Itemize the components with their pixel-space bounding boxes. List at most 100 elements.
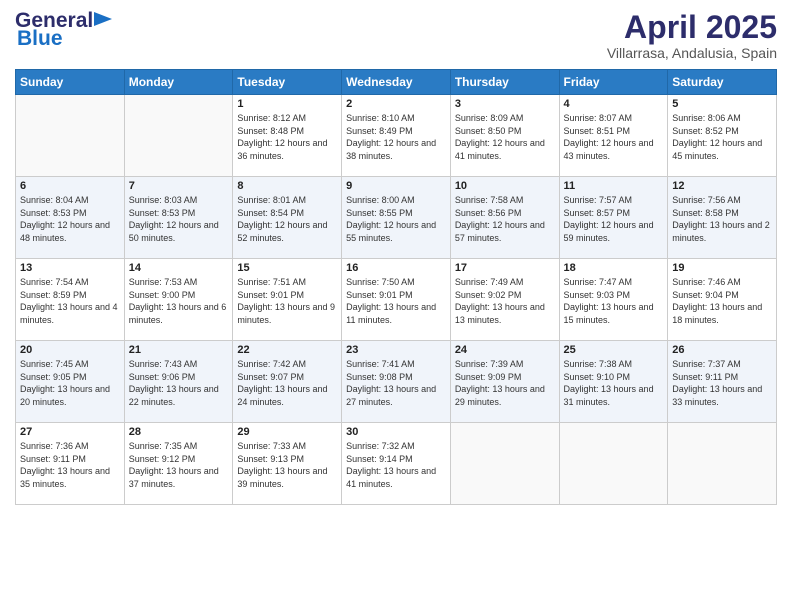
- day-number: 21: [129, 344, 229, 356]
- sunrise-text: Sunrise: 7:38 AM: [564, 358, 664, 371]
- header-thursday: Thursday: [450, 70, 559, 95]
- calendar-table: Sunday Monday Tuesday Wednesday Thursday…: [15, 69, 777, 505]
- day-info: Sunrise: 7:36 AMSunset: 9:11 PMDaylight:…: [20, 440, 120, 490]
- sunset-text: Sunset: 9:11 PM: [672, 371, 772, 384]
- table-row: 20Sunrise: 7:45 AMSunset: 9:05 PMDayligh…: [16, 341, 125, 423]
- table-row: 24Sunrise: 7:39 AMSunset: 9:09 PMDayligh…: [450, 341, 559, 423]
- sunrise-text: Sunrise: 7:53 AM: [129, 276, 229, 289]
- day-info: Sunrise: 7:56 AMSunset: 8:58 PMDaylight:…: [672, 194, 772, 244]
- day-number: 20: [20, 344, 120, 356]
- table-row: 15Sunrise: 7:51 AMSunset: 9:01 PMDayligh…: [233, 259, 342, 341]
- day-number: 13: [20, 262, 120, 274]
- logo-flag-icon: [94, 12, 116, 28]
- daylight-text: Daylight: 12 hours and 36 minutes.: [237, 137, 337, 162]
- header-tuesday: Tuesday: [233, 70, 342, 95]
- sunset-text: Sunset: 9:10 PM: [564, 371, 664, 384]
- sunset-text: Sunset: 8:56 PM: [455, 207, 555, 220]
- calendar-page: General Blue April 2025 Villarrasa, Anda…: [0, 0, 792, 612]
- day-number: 25: [564, 344, 664, 356]
- sunset-text: Sunset: 9:11 PM: [20, 453, 120, 466]
- table-row: 12 Sunrise: 7:56 AMSunset: 8:58 PMDayligh…: [668, 177, 777, 259]
- day-number: 1: [237, 98, 337, 110]
- table-row: 9Sunrise: 8:00 AMSunset: 8:55 PMDaylight…: [342, 177, 451, 259]
- table-row: 5 Sunrise: 8:06 AMSunset: 8:52 PMDaylight…: [668, 95, 777, 177]
- table-row: 14Sunrise: 7:53 AMSunset: 9:00 PMDayligh…: [124, 259, 233, 341]
- sunrise-text: Sunrise: 8:06 AM: [672, 112, 772, 125]
- daylight-text: Daylight: 13 hours and 4 minutes.: [20, 301, 120, 326]
- day-info: Sunrise: 8:09 AMSunset: 8:50 PMDaylight:…: [455, 112, 555, 162]
- daylight-text: Daylight: 13 hours and 39 minutes.: [237, 465, 337, 490]
- daylight-text: Daylight: 12 hours and 45 minutes.: [672, 137, 772, 162]
- sunset-text: Sunset: 8:59 PM: [20, 289, 120, 302]
- day-number: 6: [20, 180, 120, 192]
- sunset-text: Sunset: 8:48 PM: [237, 125, 337, 138]
- sunrise-text: Sunrise: 8:10 AM: [346, 112, 446, 125]
- header-friday: Friday: [559, 70, 668, 95]
- day-info: Sunrise: 7:53 AMSunset: 9:00 PMDaylight:…: [129, 276, 229, 326]
- sunset-text: Sunset: 9:06 PM: [129, 371, 229, 384]
- day-info: Sunrise: 8:06 AMSunset: 8:52 PMDaylight:…: [672, 112, 772, 162]
- sunrise-text: Sunrise: 7:39 AM: [455, 358, 555, 371]
- table-row: 4Sunrise: 8:07 AMSunset: 8:51 PMDaylight…: [559, 95, 668, 177]
- daylight-text: Daylight: 12 hours and 43 minutes.: [564, 137, 664, 162]
- day-info: Sunrise: 7:57 AMSunset: 8:57 PMDaylight:…: [564, 194, 664, 244]
- day-info: Sunrise: 7:49 AMSunset: 9:02 PMDaylight:…: [455, 276, 555, 326]
- sunrise-text: Sunrise: 7:35 AM: [129, 440, 229, 453]
- day-info: Sunrise: 7:54 AMSunset: 8:59 PMDaylight:…: [20, 276, 120, 326]
- daylight-text: Daylight: 12 hours and 41 minutes.: [455, 137, 555, 162]
- sunrise-text: Sunrise: 8:00 AM: [346, 194, 446, 207]
- sunset-text: Sunset: 9:00 PM: [129, 289, 229, 302]
- sunrise-text: Sunrise: 7:56 AM: [672, 194, 772, 207]
- day-info: Sunrise: 7:35 AMSunset: 9:12 PMDaylight:…: [129, 440, 229, 490]
- day-number: 9: [346, 180, 446, 192]
- sunrise-text: Sunrise: 8:12 AM: [237, 112, 337, 125]
- sunrise-text: Sunrise: 8:03 AM: [129, 194, 229, 207]
- sunrise-text: Sunrise: 7:36 AM: [20, 440, 120, 453]
- sunset-text: Sunset: 8:51 PM: [564, 125, 664, 138]
- logo: General Blue: [15, 10, 116, 51]
- calendar-week-row: 27Sunrise: 7:36 AMSunset: 9:11 PMDayligh…: [16, 423, 777, 505]
- day-number: 8: [237, 180, 337, 192]
- sunset-text: Sunset: 8:57 PM: [564, 207, 664, 220]
- day-number: 15: [237, 262, 337, 274]
- daylight-text: Daylight: 12 hours and 48 minutes.: [20, 219, 120, 244]
- calendar-week-row: 20Sunrise: 7:45 AMSunset: 9:05 PMDayligh…: [16, 341, 777, 423]
- table-row: [559, 423, 668, 505]
- sunrise-text: Sunrise: 7:41 AM: [346, 358, 446, 371]
- daylight-text: Daylight: 13 hours and 31 minutes.: [564, 383, 664, 408]
- day-number: 2: [346, 98, 446, 110]
- sunset-text: Sunset: 9:02 PM: [455, 289, 555, 302]
- day-info: Sunrise: 7:58 AMSunset: 8:56 PMDaylight:…: [455, 194, 555, 244]
- day-number: 27: [20, 426, 120, 438]
- sunrise-text: Sunrise: 7:57 AM: [564, 194, 664, 207]
- day-info: Sunrise: 8:07 AMSunset: 8:51 PMDaylight:…: [564, 112, 664, 162]
- day-number: 19: [672, 262, 772, 274]
- sunset-text: Sunset: 9:04 PM: [672, 289, 772, 302]
- sunset-text: Sunset: 8:54 PM: [237, 207, 337, 220]
- table-row: 1 Sunrise: 8:12 AMSunset: 8:48 PMDaylight…: [233, 95, 342, 177]
- daylight-text: Daylight: 13 hours and 9 minutes.: [237, 301, 337, 326]
- sunset-text: Sunset: 9:01 PM: [346, 289, 446, 302]
- sunrise-text: Sunrise: 8:04 AM: [20, 194, 120, 207]
- header-sunday: Sunday: [16, 70, 125, 95]
- day-number: 3: [455, 98, 555, 110]
- sunrise-text: Sunrise: 7:49 AM: [455, 276, 555, 289]
- day-info: Sunrise: 7:41 AMSunset: 9:08 PMDaylight:…: [346, 358, 446, 408]
- table-row: 22Sunrise: 7:42 AMSunset: 9:07 PMDayligh…: [233, 341, 342, 423]
- day-number: 5: [672, 98, 772, 110]
- table-row: 7Sunrise: 8:03 AMSunset: 8:53 PMDaylight…: [124, 177, 233, 259]
- page-subtitle: Villarrasa, Andalusia, Spain: [607, 45, 777, 61]
- day-number: 12: [672, 180, 772, 192]
- sunrise-text: Sunrise: 7:54 AM: [20, 276, 120, 289]
- table-row: 18Sunrise: 7:47 AMSunset: 9:03 PMDayligh…: [559, 259, 668, 341]
- table-row: 6Sunrise: 8:04 AMSunset: 8:53 PMDaylight…: [16, 177, 125, 259]
- sunset-text: Sunset: 8:50 PM: [455, 125, 555, 138]
- day-info: Sunrise: 7:47 AMSunset: 9:03 PMDaylight:…: [564, 276, 664, 326]
- table-row: 2Sunrise: 8:10 AMSunset: 8:49 PMDaylight…: [342, 95, 451, 177]
- logo-blue: Blue: [17, 27, 63, 51]
- sunrise-text: Sunrise: 7:58 AM: [455, 194, 555, 207]
- header-monday: Monday: [124, 70, 233, 95]
- daylight-text: Daylight: 12 hours and 52 minutes.: [237, 219, 337, 244]
- day-number: 10: [455, 180, 555, 192]
- day-info: Sunrise: 7:33 AMSunset: 9:13 PMDaylight:…: [237, 440, 337, 490]
